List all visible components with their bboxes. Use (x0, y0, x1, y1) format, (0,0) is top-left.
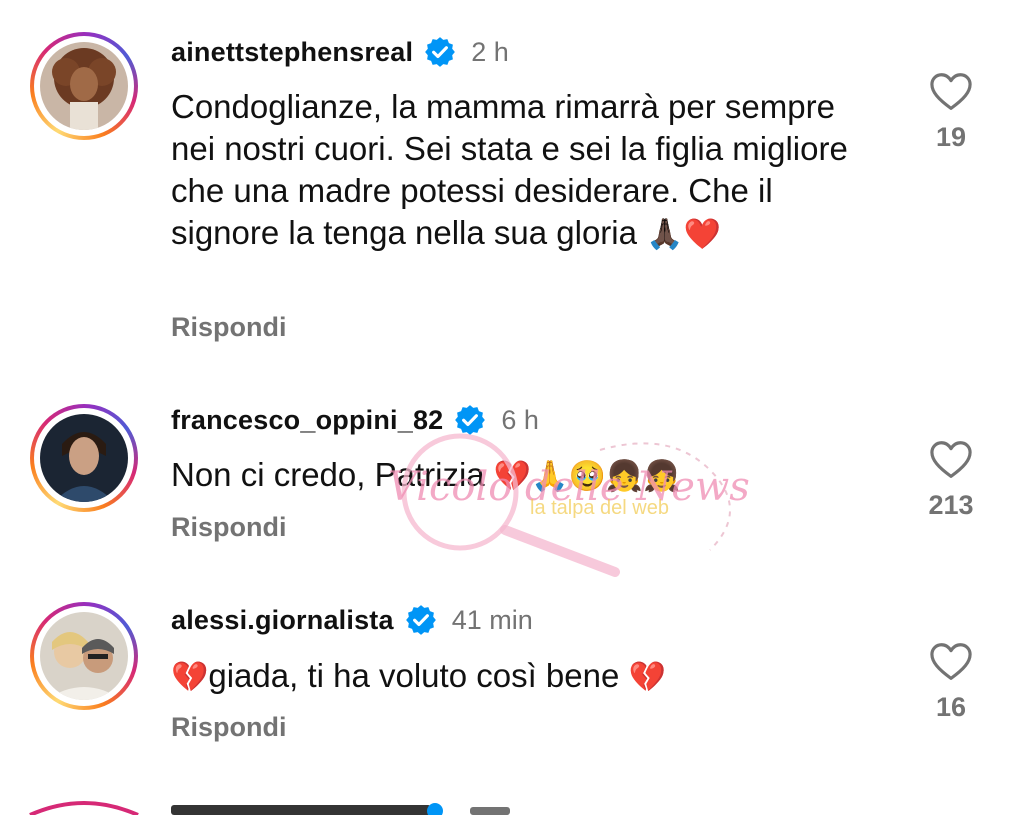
like-button[interactable]: 16 (916, 642, 986, 723)
like-count: 16 (935, 692, 967, 722)
heart-outline-icon (930, 73, 972, 110)
verified-badge-icon (425, 37, 456, 67)
avatar (40, 612, 128, 700)
comment-prefix-emoji: 💔 (171, 660, 209, 695)
heart-outline-icon (930, 441, 972, 478)
avatar-story-ring[interactable] (30, 602, 138, 710)
comment-emojis: 💔🙏🥹👧👧 (493, 459, 681, 494)
watermark-subtitle: la talpa del web (530, 497, 669, 519)
avatar-story-ring[interactable] (30, 404, 138, 512)
comment-emojis: 🙏🏿❤️ (646, 217, 721, 252)
avatar-story-ring[interactable] (30, 32, 138, 140)
reply-button[interactable]: Rispondi (171, 712, 287, 743)
heart-outline-icon (930, 643, 972, 680)
like-count: 213 (928, 490, 974, 520)
comment-timestamp: 41 min (451, 604, 533, 635)
comment-emojis: 💔 (628, 660, 666, 695)
verified-badge-icon (455, 405, 486, 435)
verified-badge-icon (405, 605, 436, 635)
like-count: 19 (935, 122, 967, 152)
comment-username[interactable]: francesco_oppini_82 (171, 405, 443, 436)
comment-body: Non ci credo, Patrizia (171, 456, 485, 493)
comment-text: Condoglianze, la mamma rimarrà per sempr… (171, 86, 871, 256)
comment-body: giada, ti ha voluto così bene (208, 657, 620, 694)
avatar (40, 42, 128, 130)
comment-username[interactable]: ainettstephensreal (171, 37, 413, 68)
comment-timestamp: 2 h (471, 36, 509, 67)
comment-body: Condoglianze, la mamma rimarrà per sempr… (171, 88, 848, 251)
like-button[interactable]: 213 (916, 440, 986, 521)
comment-timestamp: 6 h (501, 404, 539, 435)
comment-username[interactable]: alessi.giornalista (171, 605, 394, 636)
reply-button[interactable]: Rispondi (171, 512, 287, 543)
avatar (40, 414, 128, 502)
next-comment-partial (0, 795, 1024, 819)
reply-button[interactable]: Rispondi (171, 312, 287, 343)
comment-text: 💔giada, ti ha voluto così bene 💔 (171, 655, 871, 699)
comment-text: Non ci credo, Patrizia 💔🙏🥹👧👧 (171, 454, 871, 498)
like-button[interactable]: 19 (916, 72, 986, 153)
